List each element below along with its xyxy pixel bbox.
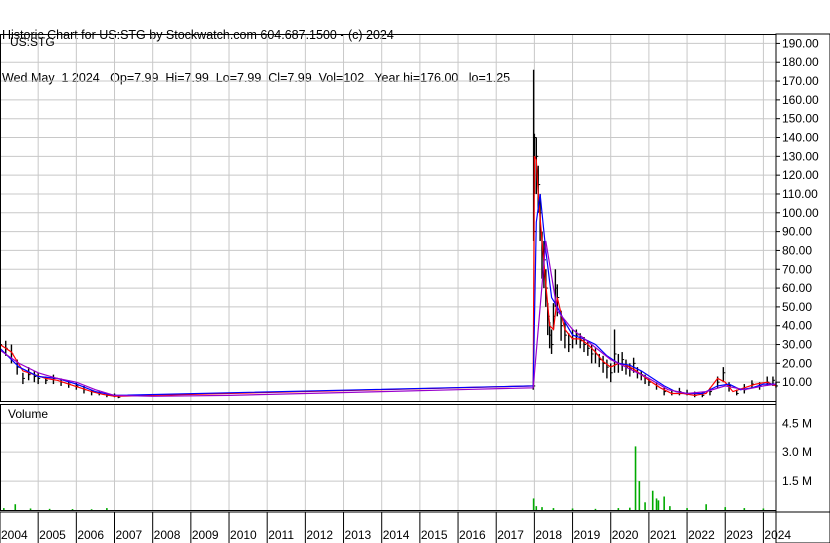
volume-bar (743, 508, 746, 510)
date-tick-label: 2016 (459, 528, 486, 542)
volume-bar (3, 508, 5, 510)
price-tick-label: 140.00 (782, 131, 819, 145)
date-tick-label: 2012 (306, 528, 333, 542)
price-tick-label: 80.00 (782, 243, 812, 257)
volume-bar (705, 504, 707, 510)
price-tick-label: 60.00 (782, 281, 812, 295)
price-tick-label: 20.00 (782, 356, 812, 370)
volume-bar (571, 508, 574, 510)
date-tick-label: 2019 (574, 528, 601, 542)
date-tick-label: 2018 (535, 528, 562, 542)
date-axis-labels: 2004 2005 2006 2007 2008 2009 2010 2011 2012 2013… (1, 528, 791, 542)
date-tick-label: 2010 (230, 528, 257, 542)
volume-bar (724, 507, 727, 510)
price-tick-label: 100.00 (782, 206, 819, 220)
volume-bar (535, 506, 538, 510)
volume-bar (29, 508, 32, 510)
volume-panel-title: Volume (8, 407, 48, 421)
volume-bar (71, 509, 74, 510)
volume-bar (638, 481, 641, 510)
volume-bar (532, 498, 535, 510)
price-tick-label: 30.00 (782, 338, 812, 352)
volume-bar (48, 508, 51, 510)
date-tick-label: 2007 (116, 528, 143, 542)
price-tick-label: 160.00 (782, 93, 819, 107)
price-tick-label: 40.00 (782, 319, 812, 333)
date-tick-label: 2004 (1, 528, 28, 542)
volume-bar (762, 508, 765, 510)
date-tick-label: 2021 (650, 528, 677, 542)
price-tick-label: 190.00 (782, 36, 819, 50)
volume-bar (686, 508, 688, 510)
ma_fast-line (0, 156, 777, 397)
date-tick-label: 2005 (39, 528, 66, 542)
volume-bar (552, 508, 555, 510)
price-tick-label: 110.00 (782, 187, 818, 201)
volume-bar (651, 490, 654, 510)
grid (0, 34, 780, 543)
volume-bar (594, 508, 597, 510)
stock-chart: 10.00 20.00 30.00 40.00 50.00 60.00 70.00 80.00… (0, 33, 830, 543)
volume-bar (90, 509, 93, 510)
date-tick-label: 2023 (726, 528, 753, 542)
volume-bar (669, 506, 671, 510)
volume-tick-label: 1.5 M (782, 474, 812, 488)
price-tick-label: 180.00 (782, 55, 819, 69)
date-tick-label: 2011 (268, 528, 294, 542)
volume-bar (106, 508, 108, 510)
price-panel-title: US:STG (10, 35, 55, 49)
volume-tick-label: 4.5 M (782, 416, 812, 430)
price-tick-label: 170.00 (782, 74, 819, 88)
date-tick-label: 2013 (345, 528, 372, 542)
moving-average-lines (0, 156, 777, 397)
price-tick-label: 90.00 (782, 225, 812, 239)
date-tick-label: 2008 (154, 528, 181, 542)
date-tick-label: 2017 (497, 528, 524, 542)
volume-bar (634, 446, 637, 510)
price-tick-label: 50.00 (782, 300, 812, 314)
volume-bar (541, 507, 543, 510)
price-tick-label: 130.00 (782, 149, 819, 163)
date-tick-label: 2020 (612, 528, 639, 542)
volume-panel-border (0, 404, 777, 511)
volume-bar (617, 508, 620, 510)
date-tick-label: 2009 (192, 528, 219, 542)
price-tick-label: 70.00 (782, 262, 812, 276)
price-panel-border (0, 34, 777, 402)
date-tick-label: 2014 (383, 528, 410, 542)
date-tick-label: 2006 (77, 528, 104, 542)
volume-bar (644, 502, 646, 510)
volume-bars (3, 446, 765, 510)
ma_long-line (0, 240, 777, 397)
date-tick-label: 2024 (764, 528, 791, 542)
volume-bar (655, 498, 658, 510)
price-tick-label: 10.00 (782, 375, 812, 389)
volume-bar (629, 507, 631, 510)
price-tick-label: 120.00 (782, 168, 819, 182)
ma_slow-line (0, 193, 776, 397)
price-axis-labels: 10.00 20.00 30.00 40.00 50.00 60.00 70.00 80.00… (782, 36, 819, 389)
volume-bar (14, 504, 17, 510)
volume-axis-labels: 1.5 M 3.0 M 4.5 M (782, 416, 812, 488)
price-tick-label: 150.00 (782, 112, 819, 126)
date-tick-label: 2022 (688, 528, 715, 542)
volume-bar (663, 496, 665, 510)
volume-bar (657, 500, 660, 510)
volume-tick-label: 3.0 M (782, 445, 812, 459)
date-tick-label: 2015 (421, 528, 448, 542)
